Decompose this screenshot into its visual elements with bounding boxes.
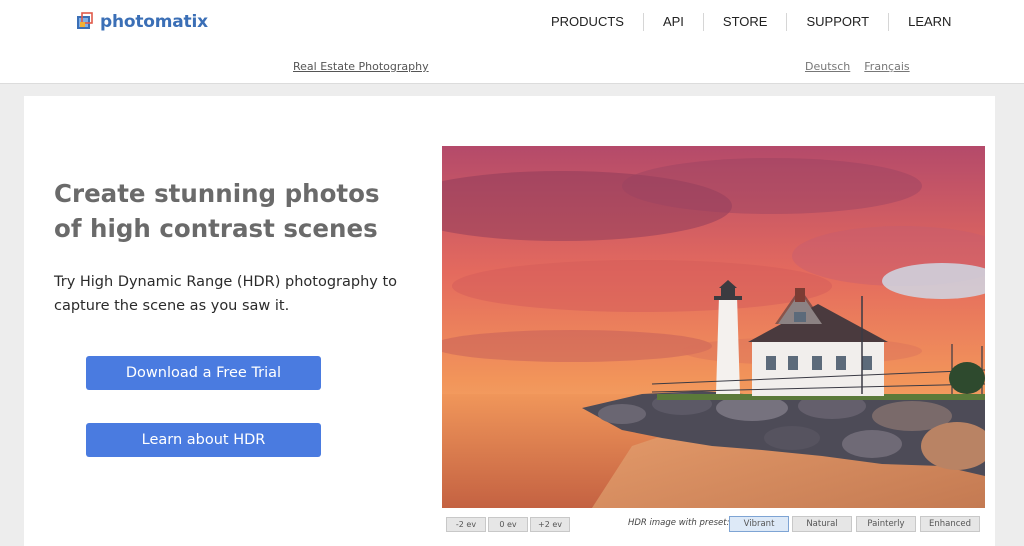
photomatix-logo-icon	[76, 12, 94, 32]
hero-subtext-line-1: Try High Dynamic Range (HDR) photography…	[54, 274, 398, 290]
download-free-trial-button[interactable]: Download a Free Trial	[86, 356, 321, 390]
learn-about-hdr-button[interactable]: Learn about HDR	[86, 423, 321, 457]
lang-link-francais[interactable]: Français	[864, 60, 909, 73]
lang-link-deutsch[interactable]: Deutsch	[805, 60, 850, 73]
exposure-minus-2-button[interactable]: -2 ev	[446, 517, 486, 532]
preset-painterly-button[interactable]: Painterly	[856, 516, 916, 532]
exposure-0-button[interactable]: 0 ev	[488, 517, 528, 532]
top-bar: photomatix PRODUCTS API STORE SUPPORT LE…	[0, 0, 1024, 84]
hero-subtext: Try High Dynamic Range (HDR) photography…	[54, 270, 414, 318]
nav-item-support[interactable]: SUPPORT	[786, 13, 888, 31]
nav-item-products[interactable]: PRODUCTS	[532, 13, 643, 31]
hdr-photo-illustration	[442, 146, 985, 508]
preset-vibrant-button[interactable]: Vibrant	[729, 516, 789, 532]
photo-controls: -2 ev 0 ev +2 ev HDR image with preset: …	[446, 516, 986, 534]
hero-headline: Create stunning photos of high contrast …	[54, 176, 414, 246]
preset-enhanced-button[interactable]: Enhanced	[920, 516, 980, 532]
hdr-lighthouse-photo	[442, 146, 985, 508]
exposure-plus-2-button[interactable]: +2 ev	[530, 517, 570, 532]
language-switcher: Deutsch Français	[805, 60, 910, 73]
nav-item-api[interactable]: API	[642, 13, 703, 31]
nav-item-learn[interactable]: LEARN	[888, 13, 970, 31]
hero-headline-line-2: of high contrast scenes	[54, 214, 378, 243]
hero-subtext-line-2: capture the scene as you saw it.	[54, 298, 290, 314]
nav-item-store[interactable]: STORE	[702, 13, 787, 31]
hero-headline-line-1: Create stunning photos	[54, 179, 380, 208]
main-nav: PRODUCTS API STORE SUPPORT LEARN	[532, 12, 970, 32]
preset-natural-button[interactable]: Natural	[792, 516, 852, 532]
brand-name: photomatix	[100, 12, 208, 32]
preset-label: HDR image with preset:	[628, 518, 730, 528]
brand-logo[interactable]: photomatix	[76, 10, 208, 34]
real-estate-photography-link[interactable]: Real Estate Photography	[293, 60, 429, 73]
